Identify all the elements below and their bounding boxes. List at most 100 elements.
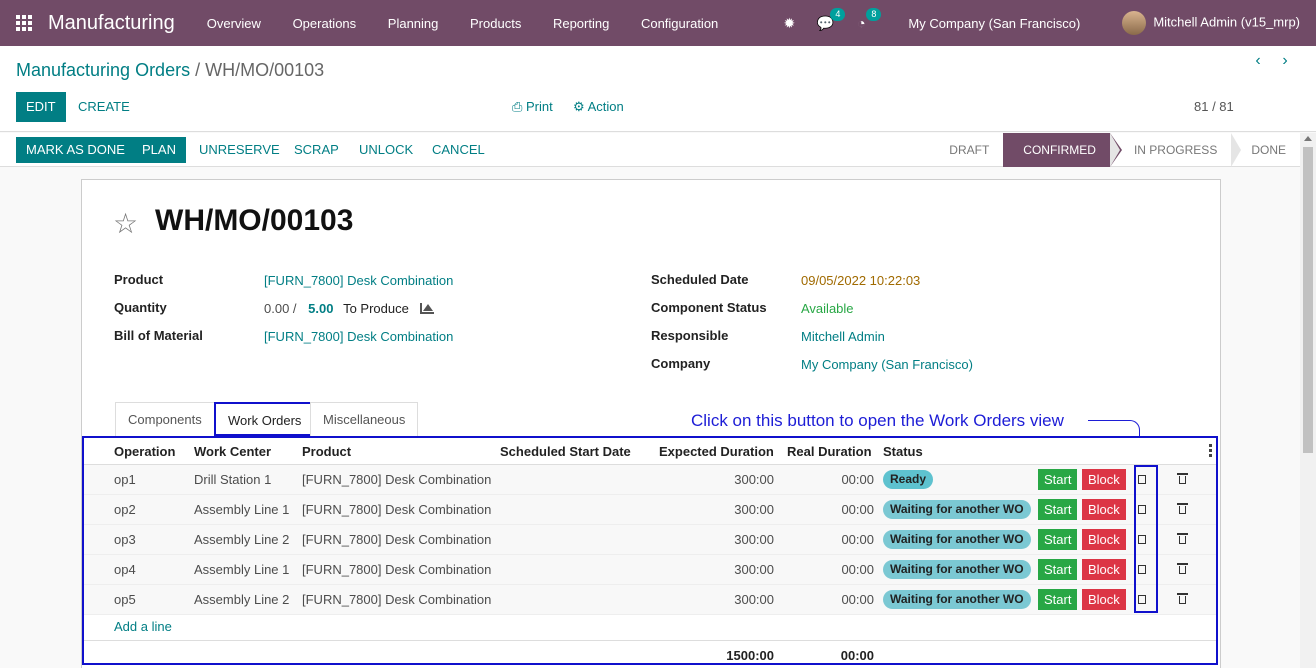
col-product[interactable]: Product bbox=[302, 444, 351, 459]
stage-confirmed[interactable]: CONFIRMED bbox=[1003, 133, 1122, 167]
block-button[interactable]: Block bbox=[1082, 529, 1126, 550]
row-operation: op1 bbox=[114, 472, 136, 487]
start-button[interactable]: Start bbox=[1038, 559, 1078, 580]
breadcrumb-current: WH/MO/00103 bbox=[205, 60, 325, 80]
row-product: [FURN_7800] Desk Combination bbox=[302, 532, 492, 547]
col-operation[interactable]: Operation bbox=[114, 444, 175, 459]
table-row[interactable]: op1 Drill Station 1 [FURN_7800] Desk Com… bbox=[84, 465, 1216, 495]
messages-icon[interactable]: 💬 4 bbox=[814, 8, 846, 34]
scheduled-date-label: Scheduled Date bbox=[651, 272, 749, 287]
stage-draft[interactable]: DRAFT bbox=[929, 133, 1003, 167]
table-row[interactable]: op5 Assembly Line 2 [FURN_7800] Desk Com… bbox=[84, 585, 1216, 615]
scrap-button[interactable]: SCRAP bbox=[294, 137, 339, 163]
table-header: Operation Work Center Product Scheduled … bbox=[84, 438, 1216, 465]
start-button[interactable]: Start bbox=[1038, 529, 1078, 550]
row-work-center: Assembly Line 2 bbox=[194, 532, 290, 547]
block-button[interactable]: Block bbox=[1082, 469, 1126, 490]
cancel-button[interactable]: CANCEL bbox=[432, 137, 485, 163]
trash-icon[interactable] bbox=[1177, 593, 1188, 604]
trash-icon[interactable] bbox=[1177, 503, 1188, 514]
scroll-up-icon[interactable] bbox=[1304, 136, 1312, 141]
block-button[interactable]: Block bbox=[1082, 559, 1126, 580]
unlock-button[interactable]: UNLOCK bbox=[359, 137, 413, 163]
scroll-thumb[interactable] bbox=[1303, 147, 1313, 453]
page-scrollbar[interactable] bbox=[1300, 133, 1316, 668]
pager-value[interactable]: 81 / 81 bbox=[1194, 92, 1234, 122]
menu-reporting[interactable]: Reporting bbox=[539, 16, 623, 31]
menu-overview[interactable]: Overview bbox=[193, 16, 275, 31]
trash-icon[interactable] bbox=[1177, 473, 1188, 484]
col-status[interactable]: Status bbox=[883, 444, 923, 459]
col-real-duration[interactable]: Real Duration bbox=[787, 444, 872, 459]
product-field[interactable]: [FURN_7800] Desk Combination bbox=[264, 273, 453, 288]
block-button[interactable]: Block bbox=[1082, 589, 1126, 610]
print-label: Print bbox=[526, 99, 553, 114]
print-button[interactable]: ⎙ Print bbox=[512, 92, 553, 122]
action-label: Action bbox=[587, 99, 624, 114]
quantity-suffix: To Produce bbox=[343, 301, 409, 316]
start-button[interactable]: Start bbox=[1038, 589, 1078, 610]
stage-pipeline: DRAFT CONFIRMED IN PROGRESS DONE bbox=[929, 133, 1300, 167]
company-label: Company bbox=[651, 356, 711, 371]
status-badge: Waiting for another WO bbox=[883, 560, 1031, 579]
tab-components[interactable]: Components bbox=[115, 402, 215, 436]
app-title[interactable]: Manufacturing bbox=[48, 12, 175, 35]
user-name: Mitchell Admin (v15_mrp) bbox=[1153, 14, 1300, 30]
bom-field[interactable]: [FURN_7800] Desk Combination bbox=[264, 329, 453, 344]
stage-done[interactable]: DONE bbox=[1231, 133, 1300, 167]
quantity-done: 0.00 / bbox=[264, 301, 297, 316]
stage-in-progress[interactable]: IN PROGRESS bbox=[1109, 133, 1231, 167]
menu-products[interactable]: Products bbox=[456, 16, 535, 31]
row-product: [FURN_7800] Desk Combination bbox=[302, 472, 492, 487]
responsible-field[interactable]: Mitchell Admin bbox=[801, 329, 885, 344]
start-button[interactable]: Start bbox=[1038, 499, 1078, 520]
start-button[interactable]: Start bbox=[1038, 469, 1078, 490]
scheduled-date-field[interactable]: 09/05/2022 10:22:03 bbox=[801, 273, 920, 288]
create-button[interactable]: CREATE bbox=[78, 92, 130, 122]
trash-icon[interactable] bbox=[1177, 533, 1188, 544]
unreserve-button[interactable]: UNRESERVE bbox=[199, 137, 280, 163]
table-row[interactable]: op3 Assembly Line 2 [FURN_7800] Desk Com… bbox=[84, 525, 1216, 555]
activities-icon[interactable]: ◔ 8 bbox=[850, 8, 882, 34]
product-label: Product bbox=[114, 272, 164, 287]
quantity-total: 5.00 bbox=[308, 301, 334, 316]
row-real-duration: 00:00 bbox=[841, 562, 874, 577]
statusbar: MARK AS DONE PLAN UNRESERVE SCRAP UNLOCK… bbox=[0, 133, 1300, 167]
table-row[interactable]: op2 Assembly Line 1 [FURN_7800] Desk Com… bbox=[84, 495, 1216, 525]
pager-previous-icon[interactable]: ‹ bbox=[1249, 52, 1267, 70]
block-button[interactable]: Block bbox=[1082, 499, 1126, 520]
plan-button[interactable]: PLAN bbox=[132, 137, 186, 163]
add-line-link[interactable]: Add a line bbox=[114, 619, 172, 634]
debug-bug-icon[interactable]: ✹ bbox=[778, 12, 800, 34]
avatar bbox=[1122, 11, 1147, 35]
user-menu[interactable]: Mitchell Admin (v15_mrp) bbox=[1122, 11, 1300, 35]
apps-menu-icon[interactable] bbox=[0, 0, 48, 46]
tab-work-orders[interactable]: Work Orders bbox=[214, 402, 316, 436]
menu-operations[interactable]: Operations bbox=[279, 16, 371, 31]
optional-columns-icon[interactable] bbox=[1209, 444, 1212, 457]
row-real-duration: 00:00 bbox=[841, 472, 874, 487]
row-expected-duration: 300:00 bbox=[734, 472, 774, 487]
tab-miscellaneous[interactable]: Miscellaneous bbox=[310, 402, 419, 436]
total-expected-duration: 1500:00 bbox=[726, 648, 774, 663]
breadcrumb-parent[interactable]: Manufacturing Orders bbox=[16, 60, 190, 80]
action-button[interactable]: ⚙ Action bbox=[573, 92, 624, 122]
table-row[interactable]: op4 Assembly Line 1 [FURN_7800] Desk Com… bbox=[84, 555, 1216, 585]
component-status-label: Component Status bbox=[651, 300, 767, 315]
trash-icon[interactable] bbox=[1177, 563, 1188, 574]
priority-star-icon[interactable]: ☆ bbox=[113, 207, 138, 240]
quantity-field: 0.00 / 5.00 To Produce bbox=[264, 301, 435, 316]
mark-as-done-button[interactable]: MARK AS DONE bbox=[16, 137, 135, 163]
col-expected-duration[interactable]: Expected Duration bbox=[659, 444, 774, 459]
forecast-chart-icon[interactable] bbox=[420, 303, 435, 314]
row-product: [FURN_7800] Desk Combination bbox=[302, 502, 492, 517]
pager-next-icon[interactable]: › bbox=[1276, 52, 1294, 70]
edit-button[interactable]: EDIT bbox=[16, 92, 66, 122]
menu-configuration[interactable]: Configuration bbox=[627, 16, 732, 31]
col-work-center[interactable]: Work Center bbox=[194, 444, 271, 459]
col-scheduled-start[interactable]: Scheduled Start Date bbox=[500, 444, 631, 459]
company-switcher[interactable]: My Company (San Francisco) bbox=[908, 16, 1080, 31]
row-work-center: Assembly Line 1 bbox=[194, 562, 290, 577]
company-field[interactable]: My Company (San Francisco) bbox=[801, 357, 973, 372]
menu-planning[interactable]: Planning bbox=[374, 16, 453, 31]
